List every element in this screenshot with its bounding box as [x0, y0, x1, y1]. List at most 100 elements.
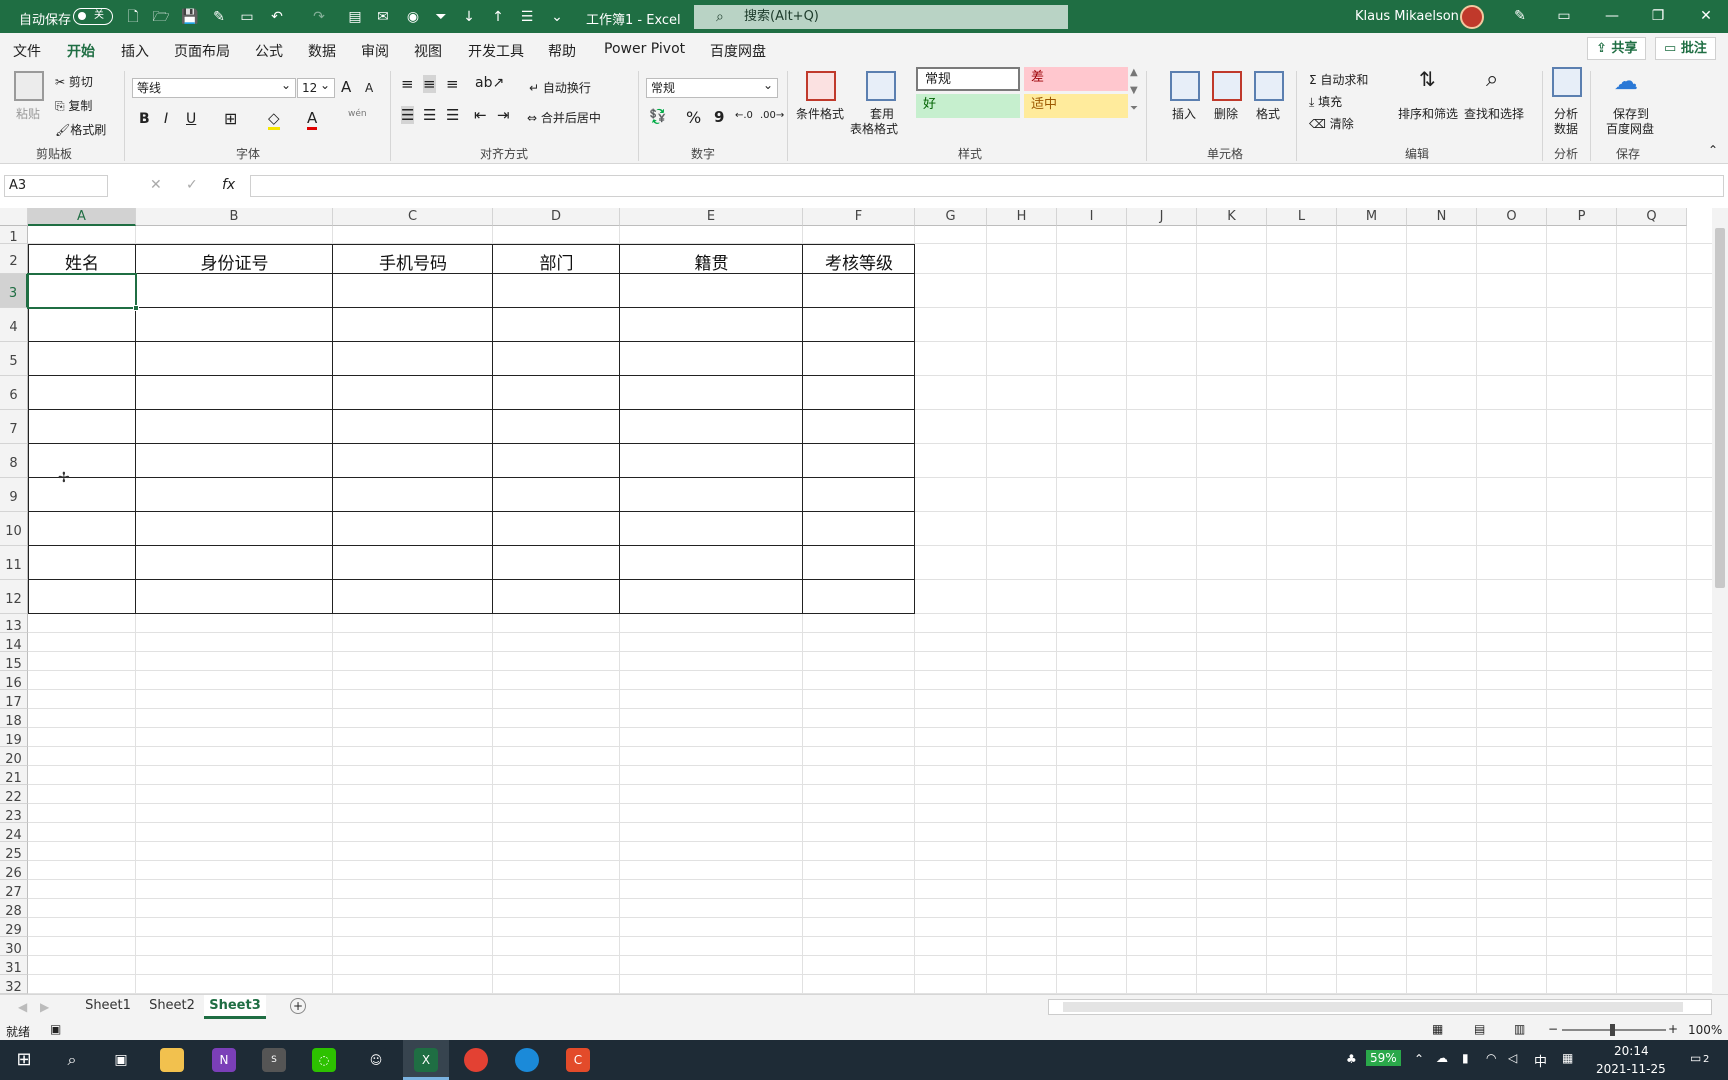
- copy-button[interactable]: ⎘ 复制: [55, 97, 92, 114]
- underline-button[interactable]: U: [186, 111, 196, 127]
- accessibility-icon[interactable]: ▣: [50, 1022, 61, 1036]
- add-sheet-icon[interactable]: +: [290, 998, 306, 1014]
- row-header[interactable]: 23: [0, 804, 28, 824]
- grow-font-button[interactable]: A: [341, 78, 351, 96]
- tab-view[interactable]: 视图: [414, 41, 442, 61]
- page-layout-icon[interactable]: ▤: [1474, 1022, 1485, 1036]
- column-header[interactable]: C: [333, 208, 493, 226]
- camera-icon[interactable]: ◉: [404, 8, 422, 26]
- currency-icon[interactable]: 💱: [649, 109, 666, 125]
- search-icon[interactable]: ⌕: [60, 1048, 84, 1072]
- find-select-button[interactable]: 查找和选择: [1464, 105, 1524, 122]
- sort-filter-icon[interactable]: ⇅: [1419, 67, 1436, 91]
- align-middle-icon[interactable]: ≡: [423, 75, 436, 93]
- table-header-cell[interactable]: 手机号码: [333, 249, 493, 274]
- sheet-tab-1[interactable]: Sheet1: [78, 995, 138, 1019]
- comma-button[interactable]: 9: [714, 108, 724, 126]
- enter-icon[interactable]: ✓: [186, 177, 198, 193]
- edge-icon[interactable]: [515, 1048, 539, 1072]
- row-header[interactable]: 28: [0, 899, 28, 919]
- column-header[interactable]: B: [136, 208, 333, 226]
- style-bad[interactable]: 差: [1024, 67, 1128, 91]
- sheet-tab-3[interactable]: Sheet3: [204, 995, 266, 1019]
- paste-icon[interactable]: [14, 71, 44, 101]
- column-header[interactable]: M: [1337, 208, 1407, 226]
- border-icon[interactable]: ⊞: [224, 109, 237, 128]
- clock-date[interactable]: 2021-11-25: [1596, 1062, 1666, 1076]
- restore-icon[interactable]: ❐: [1648, 6, 1668, 26]
- row-header[interactable]: 11: [0, 546, 28, 580]
- tab-review[interactable]: 审阅: [361, 41, 389, 61]
- row-header[interactable]: 1: [0, 226, 28, 245]
- row-header[interactable]: 9: [0, 478, 28, 512]
- percent-button[interactable]: %: [686, 108, 701, 127]
- bold-button[interactable]: B: [139, 111, 150, 127]
- row-header[interactable]: 21: [0, 766, 28, 786]
- new-file-icon[interactable]: 🗋: [124, 8, 142, 26]
- format-cells-icon[interactable]: [1254, 71, 1284, 101]
- column-header[interactable]: K: [1197, 208, 1267, 226]
- zoom-out-icon[interactable]: −: [1548, 1022, 1558, 1036]
- page-break-icon[interactable]: ▥: [1514, 1022, 1525, 1036]
- row-header[interactable]: 8: [0, 444, 28, 478]
- tab-developer[interactable]: 开发工具: [468, 41, 524, 61]
- vertical-scrollbar[interactable]: [1712, 208, 1728, 994]
- row-header[interactable]: 3: [0, 274, 28, 308]
- calendar-icon[interactable]: ▦: [1562, 1051, 1573, 1065]
- column-header[interactable]: L: [1267, 208, 1337, 226]
- column-header[interactable]: F: [803, 208, 915, 226]
- next-sheet-icon[interactable]: ▶: [40, 1000, 49, 1014]
- table-header-cell[interactable]: 部门: [493, 249, 620, 274]
- cancel-icon[interactable]: ✕: [150, 177, 162, 193]
- row-header[interactable]: 32: [0, 975, 28, 994]
- row-header[interactable]: 24: [0, 823, 28, 843]
- tab-power-pivot[interactable]: Power Pivot: [604, 41, 685, 57]
- orientation-icon[interactable]: ab↗: [475, 75, 504, 91]
- mic-icon[interactable]: ▮: [1462, 1051, 1469, 1065]
- increase-indent-icon[interactable]: ⇥: [497, 106, 510, 124]
- align-center-icon[interactable]: ☰: [423, 106, 436, 124]
- insert-cells-button[interactable]: 插入: [1172, 105, 1196, 122]
- search-box[interactable]: ⌕ 搜索(Alt+Q): [694, 5, 1068, 29]
- table-header-cell[interactable]: 姓名: [28, 249, 136, 274]
- task-view-icon[interactable]: ▣: [109, 1048, 133, 1072]
- close-icon[interactable]: ✕: [1696, 6, 1716, 26]
- insert-cells-icon[interactable]: [1170, 71, 1200, 101]
- collapse-ribbon-icon[interactable]: ⌃: [1708, 143, 1718, 157]
- italic-button[interactable]: I: [164, 111, 168, 127]
- print-preview-icon[interactable]: ▤: [346, 8, 364, 26]
- row-header[interactable]: 30: [0, 937, 28, 957]
- undo-icon[interactable]: ↶: [268, 8, 286, 26]
- phonetic-button[interactable]: wén: [348, 109, 367, 119]
- column-header[interactable]: E: [620, 208, 803, 226]
- zoom-level[interactable]: 100%: [1688, 1023, 1722, 1037]
- table-format-label-2[interactable]: 表格格式: [850, 120, 898, 137]
- app-icon[interactable]: S: [262, 1048, 286, 1072]
- row-header[interactable]: 10: [0, 512, 28, 546]
- row-header[interactable]: 5: [0, 342, 28, 376]
- baidu-cloud-icon[interactable]: ☁: [1614, 67, 1638, 95]
- column-header[interactable]: Q: [1617, 208, 1687, 226]
- row-header[interactable]: 2: [0, 244, 28, 274]
- windows-start-icon[interactable]: ⊞: [12, 1048, 36, 1072]
- column-header[interactable]: A: [28, 208, 136, 226]
- table-header-cell[interactable]: 籍贯: [620, 249, 803, 274]
- horizontal-scrollbar[interactable]: [1048, 999, 1712, 1015]
- row-header[interactable]: 31: [0, 956, 28, 976]
- onenote-icon[interactable]: N: [212, 1048, 236, 1072]
- number-format-select[interactable]: 常规: [646, 76, 778, 98]
- row-header[interactable]: 14: [0, 633, 28, 653]
- row-header[interactable]: 22: [0, 785, 28, 805]
- table-header-cell[interactable]: 身份证号: [136, 249, 333, 274]
- sort-asc-icon[interactable]: ↓: [460, 8, 478, 26]
- tab-home[interactable]: 开始: [67, 41, 95, 67]
- style-neutral[interactable]: 适中: [1024, 94, 1128, 118]
- align-left-icon[interactable]: ☰: [401, 106, 415, 124]
- row-header[interactable]: 15: [0, 652, 28, 672]
- tab-insert[interactable]: 插入: [121, 41, 149, 61]
- save-as-icon[interactable]: ✎: [210, 8, 228, 26]
- row-header[interactable]: 19: [0, 728, 28, 748]
- form-icon[interactable]: ☰: [518, 8, 536, 26]
- save-baidu-label-2[interactable]: 百度网盘: [1606, 120, 1654, 137]
- formula-input[interactable]: [250, 175, 1724, 197]
